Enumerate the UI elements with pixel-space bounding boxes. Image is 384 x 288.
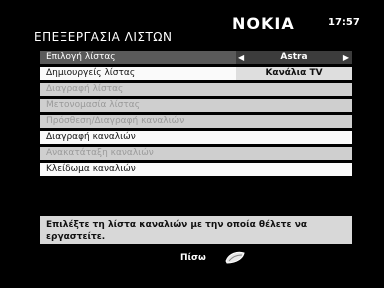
- arrow-left-icon[interactable]: ◀: [238, 51, 244, 64]
- list-type-value: Κανάλια TV: [236, 67, 352, 80]
- remote-key-icon: [224, 250, 246, 269]
- brand-logo: NOKIA: [232, 14, 295, 33]
- menu-item-lock-channels[interactable]: Κλείδωμα καναλιών: [40, 163, 352, 176]
- back-label: Πίσω: [180, 253, 206, 263]
- clock: 17:57: [328, 17, 360, 28]
- menu-item-reorder-channels: Ανακατάταξη καναλιών: [40, 147, 352, 160]
- menu-item-add-remove-channels: Πρόσθεση/Διαγραφή καναλιών: [40, 115, 352, 128]
- menu-item-label: Διαγραφή καναλιών: [46, 132, 136, 142]
- menu-item-delete-list: Διαγραφή λίστας: [40, 83, 352, 96]
- list-edit-menu: Επιλογή λίστας ◀ Astra ▶ Δημιουργείς λίσ…: [40, 51, 352, 179]
- help-text-box: Επιλέξτε τη λίστα καναλιών με την οποία …: [40, 216, 352, 244]
- menu-item-label: Διαγραφή λίστας: [46, 84, 124, 94]
- menu-item-label: Κλείδωμα καναλιών: [46, 164, 136, 174]
- menu-item-label: Πρόσθεση/Διαγραφή καναλιών: [46, 116, 185, 126]
- page-title: ΕΠΕΞΕΡΓΑΣΙΑ ΛΙΣΤΩΝ: [34, 30, 173, 44]
- list-selector[interactable]: ◀ Astra ▶: [236, 51, 352, 64]
- menu-item-rename-list: Μετονομασία λίστας: [40, 99, 352, 112]
- menu-item-label: Επιλογή λίστας: [46, 52, 116, 62]
- arrow-right-icon[interactable]: ▶: [343, 51, 349, 64]
- menu-item-select-list[interactable]: Επιλογή λίστας ◀ Astra ▶: [40, 51, 352, 64]
- menu-item-label: Μετονομασία λίστας: [46, 100, 140, 110]
- tv-screen: ΕΠΕΞΕΡΓΑΣΙΑ ΛΙΣΤΩΝ NOKIA 17:57 Επιλογή λ…: [0, 0, 384, 288]
- selected-list-value: Astra: [280, 52, 308, 62]
- menu-item-label: Ανακατάταξη καναλιών: [46, 148, 154, 158]
- menu-item-label: Δημιουργείς λίστας: [46, 68, 136, 78]
- menu-item-delete-channels[interactable]: Διαγραφή καναλιών: [40, 131, 352, 144]
- menu-item-create-list[interactable]: Δημιουργείς λίστας Κανάλια TV: [40, 67, 352, 80]
